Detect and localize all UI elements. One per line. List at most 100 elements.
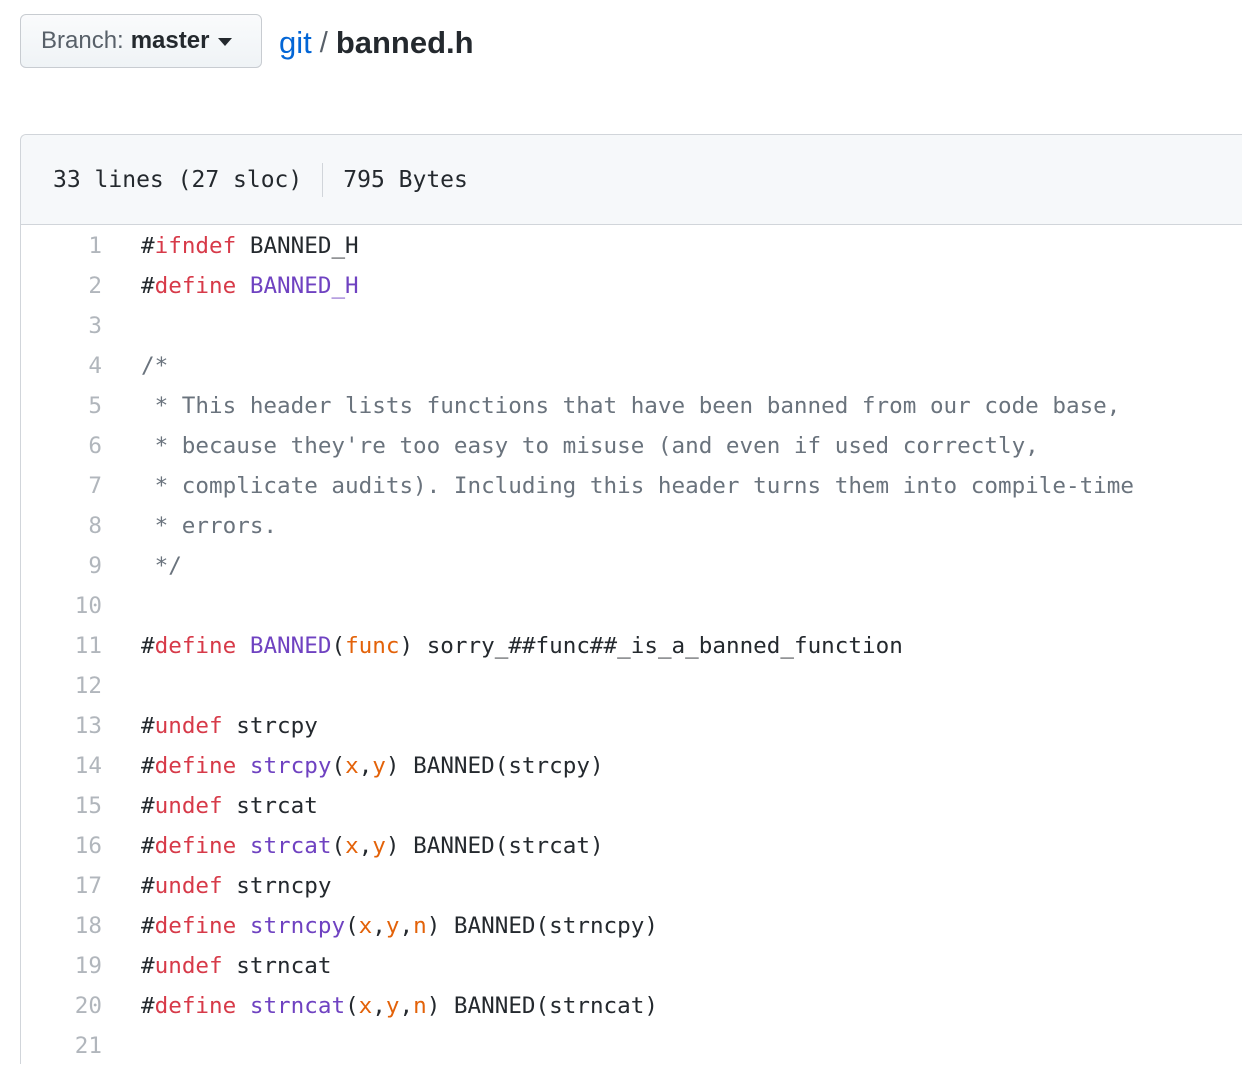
code-token: x <box>345 753 359 779</box>
code-token: # <box>141 953 155 979</box>
file-navigation: Branch: master git / banned.h <box>0 0 1242 90</box>
file-line-count: 33 lines (27 sloc) <box>53 166 303 193</box>
line-number[interactable]: 7 <box>21 466 102 506</box>
line-number[interactable]: 18 <box>21 906 102 946</box>
code-token: ) sorry_##func##_is_a_banned_function <box>399 633 903 659</box>
code-line: 9 */ <box>21 546 1242 586</box>
code-token: # <box>141 633 155 659</box>
code-token: ) BANNED(strncpy) <box>426 913 658 939</box>
line-number[interactable]: 19 <box>21 946 102 986</box>
line-number[interactable]: 11 <box>21 626 102 666</box>
line-number[interactable]: 2 <box>21 266 102 306</box>
branch-select-button[interactable]: Branch: master <box>20 14 262 68</box>
line-content: #undef strncpy <box>102 866 331 906</box>
code-line: 20 #define strncat(x,y,n) BANNED(strncat) <box>21 986 1242 1026</box>
code-token: * because they're too easy to misuse (an… <box>141 433 1039 459</box>
code-token: x <box>345 833 359 859</box>
breadcrumb-separator: / <box>319 26 328 59</box>
code-token: , <box>372 993 386 1019</box>
code-line: 15 #undef strcat <box>21 786 1242 826</box>
code-token: # <box>141 273 155 299</box>
code-line: 19 #undef strncat <box>21 946 1242 986</box>
line-number[interactable]: 8 <box>21 506 102 546</box>
line-number[interactable]: 4 <box>21 346 102 386</box>
branch-name: master <box>130 27 210 54</box>
line-number[interactable]: 21 <box>21 1026 102 1066</box>
code-token: undef <box>154 793 223 819</box>
code-token: ( <box>345 993 359 1019</box>
code-line: 1 #ifndef BANNED_H <box>21 226 1242 266</box>
code-token: */ <box>141 553 182 579</box>
line-content: #ifndef BANNED_H <box>102 226 359 266</box>
code-token: # <box>141 713 155 739</box>
code-token: define <box>154 753 237 779</box>
code-line: 12 <box>21 666 1242 706</box>
code-line: 18 #define strncpy(x,y,n) BANNED(strncpy) <box>21 906 1242 946</box>
code-token: # <box>141 833 155 859</box>
line-number[interactable]: 3 <box>21 306 102 346</box>
line-content: #undef strcpy <box>102 706 318 746</box>
code-token: func <box>345 633 400 659</box>
code-token: /* <box>141 353 169 379</box>
code-token: ( <box>345 913 359 939</box>
code-token: ) BANNED(strcat) <box>385 833 604 859</box>
code-token: ) BANNED(strcpy) <box>385 753 604 779</box>
line-number[interactable]: 6 <box>21 426 102 466</box>
code-token: x <box>358 993 373 1019</box>
code-line: 10 <box>21 586 1242 626</box>
line-content: #define strcat(x,y) BANNED(strcat) <box>102 826 604 866</box>
line-content: #define BANNED_H <box>102 266 359 306</box>
breadcrumb-file-name: banned.h <box>335 25 474 60</box>
code-token: strncat <box>222 953 332 979</box>
line-number[interactable]: 20 <box>21 986 102 1026</box>
code-token: , <box>358 833 373 859</box>
line-content: #undef strcat <box>102 786 318 826</box>
code-line: 16 #define strcat(x,y) BANNED(strcat) <box>21 826 1242 866</box>
code-token: strncat <box>249 993 346 1019</box>
code-token: * complicate audits). Including this hea… <box>141 473 1134 499</box>
code-line: 14 #define strcpy(x,y) BANNED(strcpy) <box>21 746 1242 786</box>
code-token: , <box>372 913 386 939</box>
line-number[interactable]: 12 <box>21 666 102 706</box>
code-token: BANNED_H <box>236 233 359 259</box>
line-content: */ <box>102 546 182 586</box>
line-number[interactable]: 16 <box>21 826 102 866</box>
code-token: n <box>413 993 427 1019</box>
line-number[interactable]: 14 <box>21 746 102 786</box>
line-number[interactable]: 5 <box>21 386 102 426</box>
line-content: /* <box>102 346 168 386</box>
code-token: strcpy <box>222 713 318 739</box>
code-token: strncpy <box>222 873 332 899</box>
code-token: , <box>399 993 414 1019</box>
code-token: # <box>141 993 155 1019</box>
line-number[interactable]: 10 <box>21 586 102 626</box>
code-token: * This header lists functions that have … <box>141 393 1121 419</box>
line-number[interactable]: 1 <box>21 226 102 266</box>
code-token: strcpy <box>249 753 332 779</box>
code-token: strcat <box>222 793 318 819</box>
code-token: undef <box>154 873 223 899</box>
line-content: * errors. <box>102 506 277 546</box>
code-token: define <box>154 913 237 939</box>
code-token: BANNED <box>249 633 332 659</box>
code-token: # <box>141 873 155 899</box>
code-token: y <box>372 833 386 859</box>
line-number[interactable]: 17 <box>21 866 102 906</box>
code-token: strcat <box>249 833 332 859</box>
line-number[interactable]: 9 <box>21 546 102 586</box>
code-token: ( <box>331 633 346 659</box>
code-line: 13 #undef strcpy <box>21 706 1242 746</box>
line-content: * complicate audits). Including this hea… <box>102 466 1134 506</box>
code-token: undef <box>154 713 223 739</box>
breadcrumb: git / banned.h <box>279 20 474 66</box>
code-token: BANNED_H <box>249 273 359 299</box>
line-number[interactable]: 13 <box>21 706 102 746</box>
breadcrumb-repo-link[interactable]: git <box>279 25 312 61</box>
code-line: 21 <box>21 1026 1242 1066</box>
line-content: #undef strncat <box>102 946 331 986</box>
line-number[interactable]: 15 <box>21 786 102 826</box>
